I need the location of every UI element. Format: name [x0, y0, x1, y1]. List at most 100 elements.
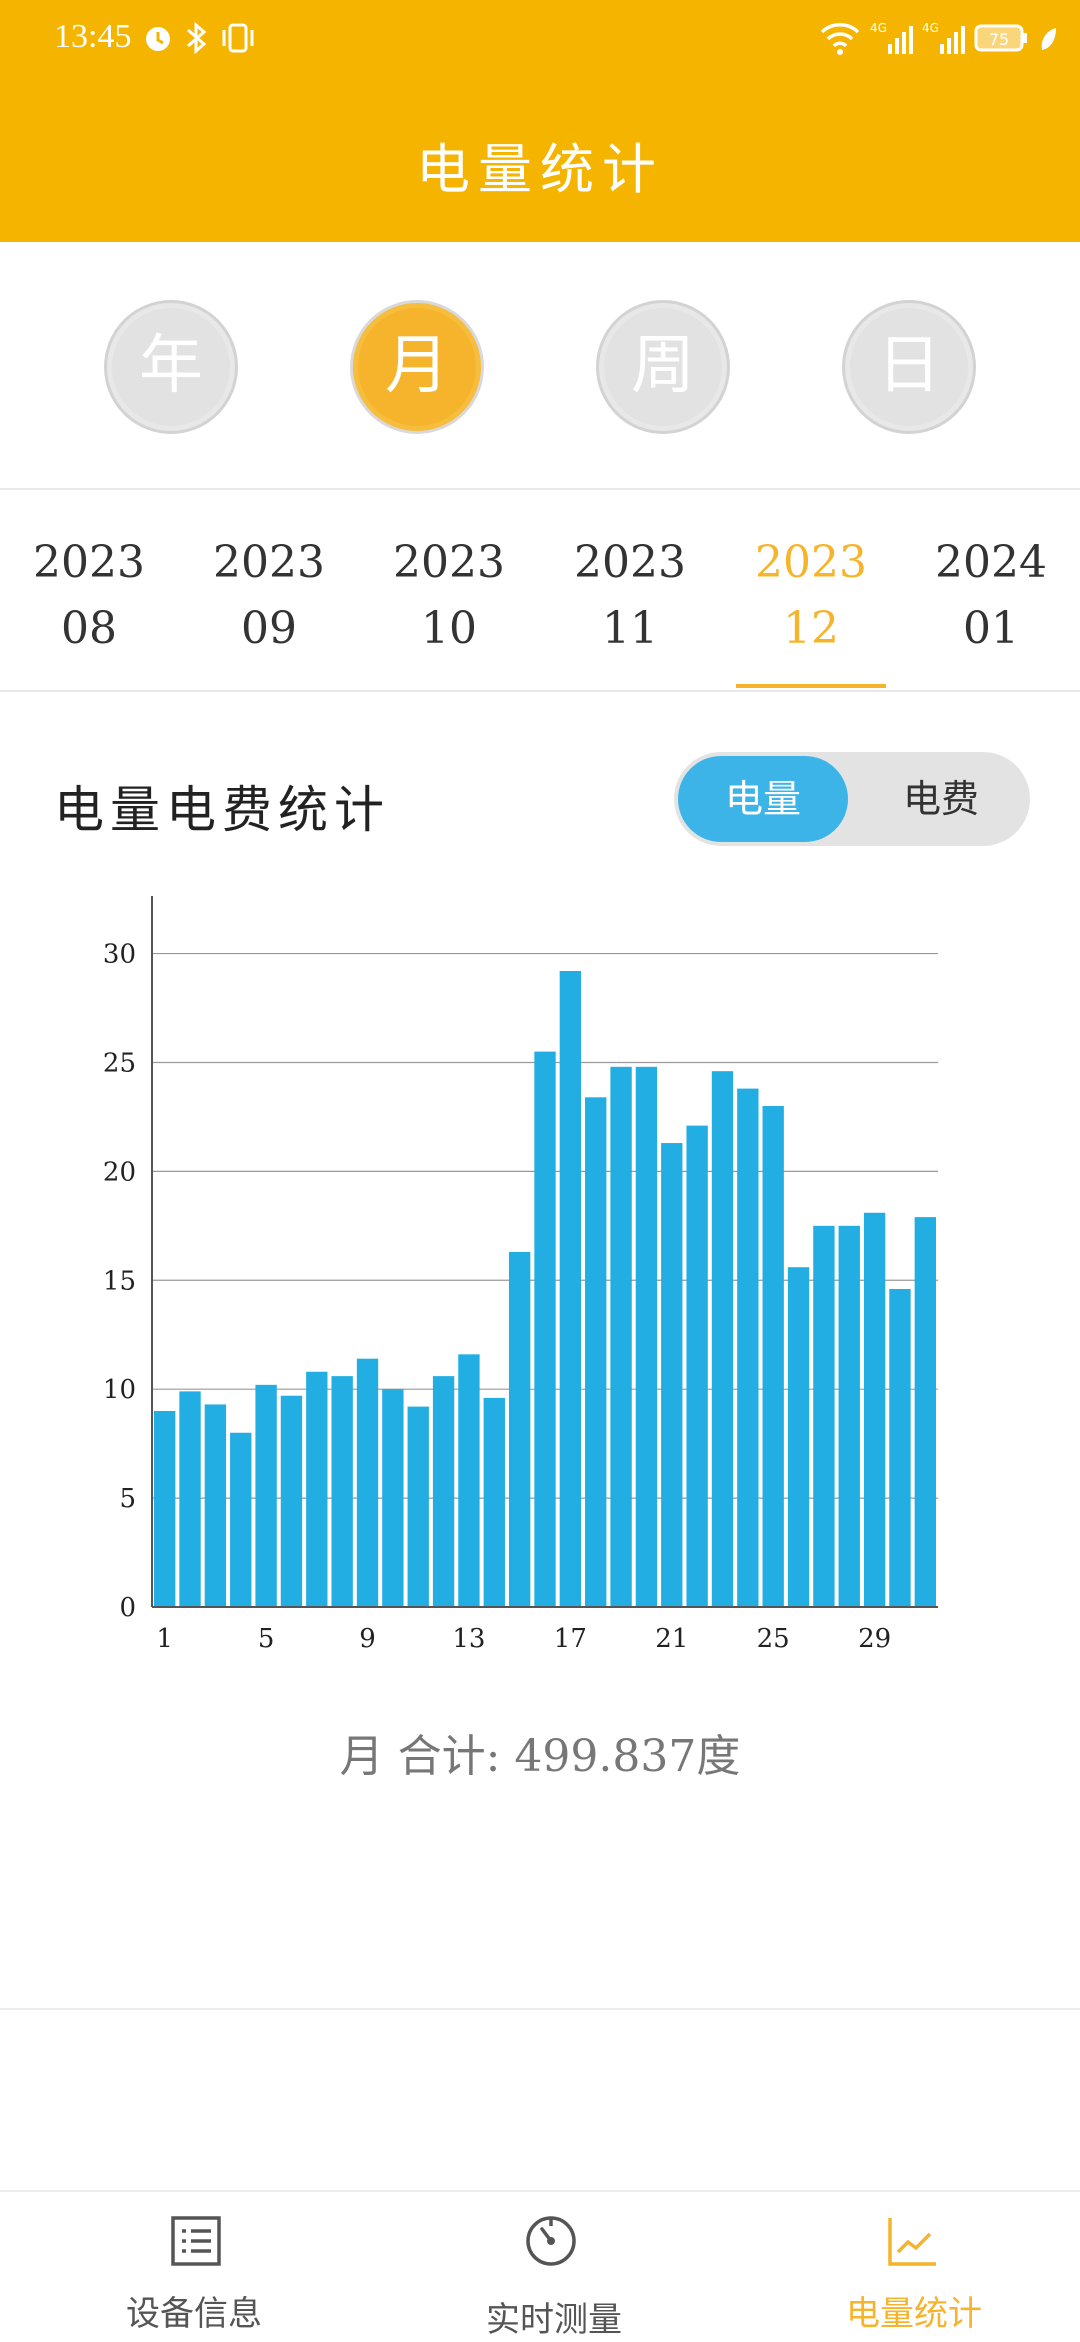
month-year: 2023	[33, 537, 145, 588]
bar	[787, 1267, 810, 1607]
bar	[711, 1071, 734, 1607]
nav-energy-stats[interactable]: 电量统计	[734, 2192, 1080, 2342]
line-chart-icon	[888, 2218, 936, 2266]
bar	[407, 1406, 429, 1607]
x-tick-label: 29	[858, 1624, 891, 1654]
bar	[863, 1212, 886, 1607]
bar	[838, 1225, 860, 1607]
status-time: 13:45	[54, 18, 132, 55]
total-label: 月 合计:	[339, 1731, 501, 1782]
bluetooth-icon	[187, 21, 207, 55]
signal-icon: 4G	[922, 21, 965, 54]
month-number: 12	[783, 603, 839, 654]
bar	[610, 1066, 632, 1607]
y-tick-label: 5	[119, 1484, 136, 1514]
bar	[508, 1251, 531, 1607]
x-tick-label: 9	[359, 1624, 376, 1654]
period-year-button[interactable]: 年	[104, 300, 238, 434]
nav-label: 电量统计	[846, 2294, 982, 2334]
y-tick-label: 20	[103, 1157, 136, 1187]
bar	[154, 1410, 176, 1607]
x-tick-label: 5	[258, 1624, 275, 1654]
month-number: 11	[602, 603, 658, 654]
period-month-button[interactable]: 月	[350, 300, 484, 434]
vibrate-icon	[222, 23, 254, 53]
y-tick-label: 30	[103, 940, 136, 970]
month-item[interactable]: 2023 09	[194, 530, 344, 662]
toggle-cost-button[interactable]: 电费	[852, 752, 1030, 846]
stats-title: 电量电费统计	[54, 781, 390, 839]
wifi-icon	[820, 23, 860, 55]
month-year: 2024	[935, 537, 1047, 588]
bar	[914, 1217, 936, 1607]
bar	[635, 1066, 658, 1607]
x-tick-label: 25	[757, 1624, 790, 1654]
monthly-total: 月 合计: 499.837度	[0, 1720, 1080, 1784]
divider	[0, 2008, 1080, 2010]
page-title: 电量统计	[416, 138, 664, 201]
signal-label-2: 4G	[922, 21, 939, 35]
x-tick-label: 17	[554, 1624, 587, 1654]
bar	[813, 1225, 835, 1607]
x-tick-label: 1	[156, 1624, 173, 1654]
month-item[interactable]: 2023 10	[374, 530, 524, 662]
bar	[382, 1389, 404, 1607]
battery-icon: 75	[974, 24, 1027, 52]
month-scroller[interactable]: 2023 08 2023 09 2023 10 2023 11 2023 12 …	[0, 488, 1080, 692]
total-value: 499.837度	[514, 1731, 741, 1782]
leaf-icon	[1041, 28, 1056, 50]
toggle-energy-button[interactable]: 电量	[678, 756, 848, 842]
bar	[534, 1051, 556, 1607]
bar	[585, 1097, 607, 1607]
y-tick-label: 25	[103, 1048, 136, 1078]
bar	[179, 1391, 201, 1607]
x-tick-label: 13	[452, 1624, 485, 1654]
bar	[280, 1395, 303, 1607]
nav-realtime[interactable]: 实时测量	[374, 2192, 734, 2342]
bar	[255, 1384, 277, 1607]
x-tick-label: 21	[655, 1624, 688, 1654]
month-year: 2023	[213, 537, 325, 588]
signal-label-1: 4G	[870, 21, 887, 35]
bar	[661, 1143, 683, 1607]
gauge-icon	[526, 2216, 576, 2266]
signal-icon: 4G	[870, 21, 913, 54]
nav-device-info[interactable]: 设备信息	[14, 2192, 374, 2342]
month-number: 10	[421, 603, 477, 654]
bar	[483, 1397, 505, 1607]
period-week-button[interactable]: 周	[596, 300, 730, 434]
period-day-button[interactable]: 日	[842, 300, 976, 434]
month-item[interactable]: 2023 08	[14, 530, 164, 662]
nav-label: 实时测量	[486, 2300, 622, 2340]
bar	[458, 1354, 480, 1607]
energy-bar-chart: 0510152025301 5 9 13 17 21 25 29	[103, 896, 938, 1654]
month-year: 2023	[393, 537, 505, 588]
y-tick-label: 10	[103, 1375, 136, 1405]
battery-level: 75	[989, 30, 1009, 49]
bar	[432, 1376, 455, 1607]
nav-label: 设备信息	[126, 2294, 262, 2334]
bar	[356, 1358, 379, 1607]
bar	[686, 1125, 708, 1607]
status-icons-left	[140, 20, 258, 56]
y-tick-label: 0	[119, 1593, 136, 1623]
month-number: 01	[963, 603, 1019, 654]
period-selector: 年 月 周 日	[0, 242, 1080, 490]
month-year: 2023	[574, 537, 686, 588]
month-number: 09	[241, 603, 297, 654]
bar	[230, 1432, 252, 1607]
bar	[204, 1404, 227, 1607]
month-year: 2023	[755, 537, 867, 588]
month-selected-indicator	[736, 684, 886, 688]
month-item-selected[interactable]: 2023 12	[736, 530, 886, 662]
bar	[889, 1288, 911, 1607]
bar	[306, 1371, 328, 1607]
bottom-nav: 设备信息 实时测量 电量统计	[0, 2190, 1080, 2342]
month-item[interactable]: 2023 11	[555, 530, 705, 662]
month-item[interactable]: 2024 01	[916, 530, 1066, 662]
bar	[331, 1376, 353, 1607]
status-icons-right: 4G 4G 75	[818, 18, 1058, 58]
y-tick-label: 15	[103, 1266, 136, 1296]
app-header: 13:45 4G 4G 75 电量统计	[0, 0, 1080, 242]
month-number: 08	[61, 603, 117, 654]
